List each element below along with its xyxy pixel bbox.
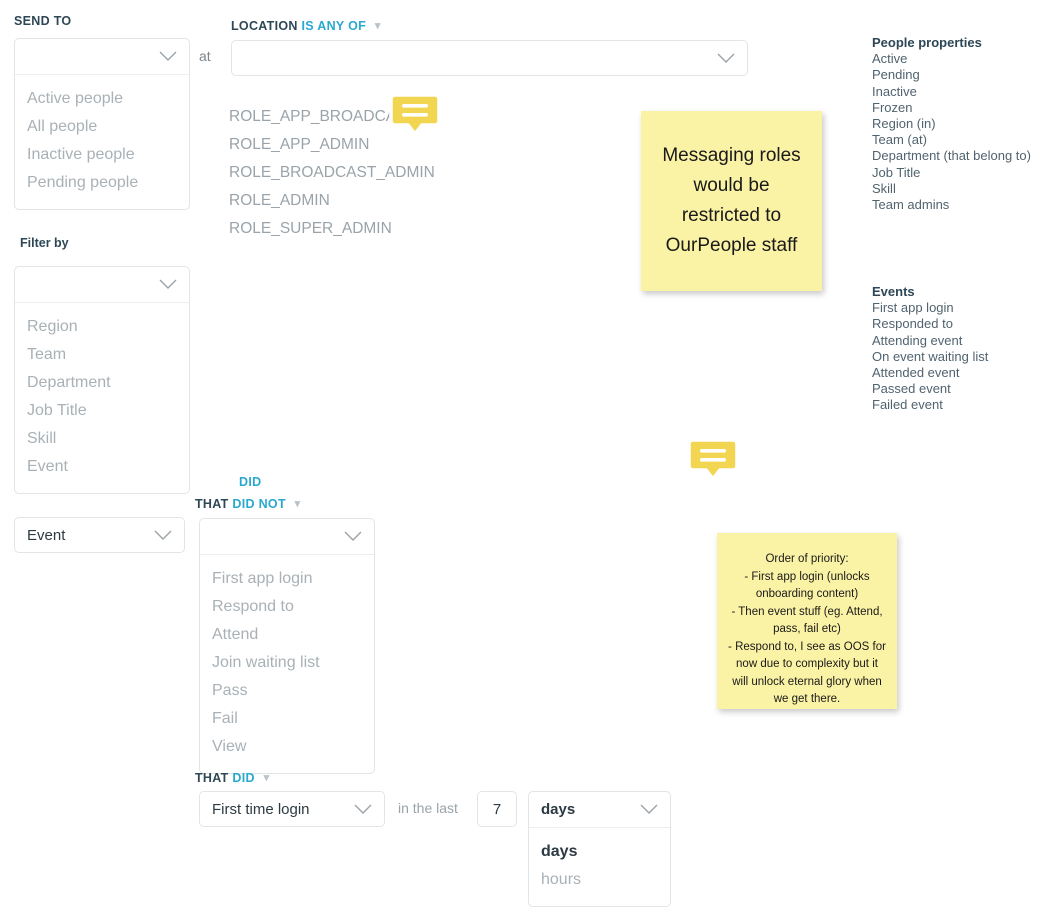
sticky-note-priority: Order of priority: - First app login (un…: [717, 533, 897, 709]
unit-selected-value: days: [541, 801, 576, 818]
filter-by-option[interactable]: Region: [15, 313, 189, 341]
events-item: Attending event: [872, 332, 963, 348]
chevron-down-icon: [154, 530, 172, 540]
filter-by-select[interactable]: [15, 267, 189, 303]
send-to-option[interactable]: Inactive people: [15, 141, 189, 169]
unit-option[interactable]: days: [529, 838, 670, 866]
role-list-item[interactable]: ROLE_BROADCAST_ADMIN: [229, 159, 435, 187]
location-select[interactable]: [231, 40, 748, 76]
events-item: Responded to: [872, 316, 953, 332]
comment-bubble-icon: [687, 438, 739, 481]
filter-by-option[interactable]: Department: [15, 369, 189, 397]
events-item: Passed event: [872, 381, 951, 397]
that-did-not-option[interactable]: Join waiting list: [200, 649, 374, 677]
chevron-down-icon: [640, 804, 658, 814]
filter-by-option[interactable]: Job Title: [15, 397, 189, 425]
chevron-down-icon[interactable]: ▾: [264, 771, 270, 784]
people-properties-item: Region (in): [872, 116, 936, 132]
events-item: Attended event: [872, 365, 960, 381]
chevron-down-icon: [717, 53, 735, 63]
send-to-option[interactable]: All people: [15, 113, 189, 141]
sticky-note-priority-text: Order of priority: - First app login (un…: [728, 553, 886, 705]
people-properties-title: People properties: [872, 35, 982, 50]
that-did-not-dropdown-panel[interactable]: First app login Respond to Attend Join w…: [199, 518, 375, 774]
that-did-not-option[interactable]: Pass: [200, 677, 374, 705]
that-did-action-value: First time login: [212, 800, 310, 818]
amount-value: 7: [492, 800, 502, 818]
events-reference: Events First app login Responded to Atte…: [872, 284, 988, 414]
chevron-down-icon: [354, 804, 372, 814]
send-to-label: SEND TO: [14, 14, 72, 28]
send-to-select[interactable]: [15, 39, 189, 75]
location-label: LOCATION: [231, 19, 298, 33]
that-did-not-option[interactable]: Attend: [200, 621, 374, 649]
filter-by-label: Filter by: [20, 236, 69, 250]
in-the-last-label: in the last: [398, 800, 458, 816]
that-did-not-operator[interactable]: DID NOT: [232, 497, 286, 511]
location-operator[interactable]: IS ANY OF: [302, 19, 367, 33]
events-item: First app login: [872, 300, 954, 316]
send-to-dropdown-panel[interactable]: Active people All people Inactive people…: [14, 38, 190, 210]
people-properties-item: Team (at): [872, 132, 927, 148]
events-item: On event waiting list: [872, 348, 989, 364]
that-did-header: THAT DID ▾: [195, 771, 269, 785]
that-did-not-option-list: First app login Respond to Attend Join w…: [200, 555, 374, 773]
role-list-item[interactable]: ROLE_SUPER_ADMIN: [229, 215, 435, 243]
at-connector-label: at: [199, 48, 211, 64]
events-title: Events: [872, 284, 915, 299]
that-did-not-select[interactable]: [200, 519, 374, 555]
chevron-down-icon: [159, 279, 177, 289]
people-properties-item: Pending: [872, 67, 920, 83]
chevron-down-icon[interactable]: ▾: [375, 19, 381, 32]
that-prefix-label: THAT: [195, 497, 229, 511]
unit-option[interactable]: hours: [529, 866, 670, 894]
filter-by-option[interactable]: Team: [15, 341, 189, 369]
chevron-down-icon: [159, 51, 177, 61]
people-properties-item: Active: [872, 51, 908, 67]
comment-bubble-icon: [389, 93, 441, 136]
event-selected-value: Event: [27, 526, 66, 544]
filter-by-option[interactable]: Skill: [15, 425, 189, 453]
sticky-note-roles-text: Messaging roles would be restricted to O…: [662, 145, 801, 256]
unit-select[interactable]: days: [529, 792, 670, 828]
filter-by-option[interactable]: Event: [15, 453, 189, 481]
event-select[interactable]: Event: [14, 517, 185, 553]
sticky-note-roles: Messaging roles would be restricted to O…: [641, 111, 822, 291]
that-did-action-select[interactable]: First time login: [199, 791, 385, 827]
unit-option-list: days hours: [529, 828, 670, 906]
that-did-not-header: THAT DID NOT ▾: [195, 497, 301, 511]
people-properties-reference: People properties Active Pending Inactiv…: [872, 35, 1031, 213]
send-to-option-list: Active people All people Inactive people…: [15, 75, 189, 209]
comment-bubble-marker-priority[interactable]: [687, 438, 739, 482]
amount-input[interactable]: 7: [477, 791, 517, 827]
people-properties-item: Department (that belong to): [872, 148, 1031, 164]
people-properties-item: Inactive: [872, 83, 917, 99]
that-did-operator[interactable]: DID: [232, 771, 254, 785]
events-item: Failed event: [872, 397, 943, 413]
role-list-item[interactable]: ROLE_ADMIN: [229, 187, 435, 215]
unit-dropdown-panel[interactable]: days days hours: [528, 791, 671, 907]
that-did-not-option[interactable]: View: [200, 733, 374, 761]
that-prefix-label: THAT: [195, 771, 229, 785]
people-properties-item: Team admins: [872, 197, 950, 213]
people-properties-item: Job Title: [872, 164, 921, 180]
that-did-not-option[interactable]: Fail: [200, 705, 374, 733]
people-properties-item: Frozen: [872, 99, 913, 115]
filter-by-dropdown-panel[interactable]: Region Team Department Job Title Skill E…: [14, 266, 190, 494]
send-to-option[interactable]: Pending people: [15, 169, 189, 197]
comment-bubble-marker-roles[interactable]: [389, 93, 441, 137]
that-did-not-option[interactable]: Respond to: [200, 593, 374, 621]
did-floating-option[interactable]: DID: [239, 475, 261, 489]
send-to-option[interactable]: Active people: [15, 85, 189, 113]
location-header: LOCATION IS ANY OF ▾: [231, 19, 381, 33]
filter-by-option-list: Region Team Department Job Title Skill E…: [15, 303, 189, 493]
that-did-not-option[interactable]: First app login: [200, 565, 374, 593]
chevron-down-icon: [344, 531, 362, 541]
chevron-down-icon[interactable]: ▾: [295, 497, 301, 510]
people-properties-item: Skill: [872, 180, 896, 196]
